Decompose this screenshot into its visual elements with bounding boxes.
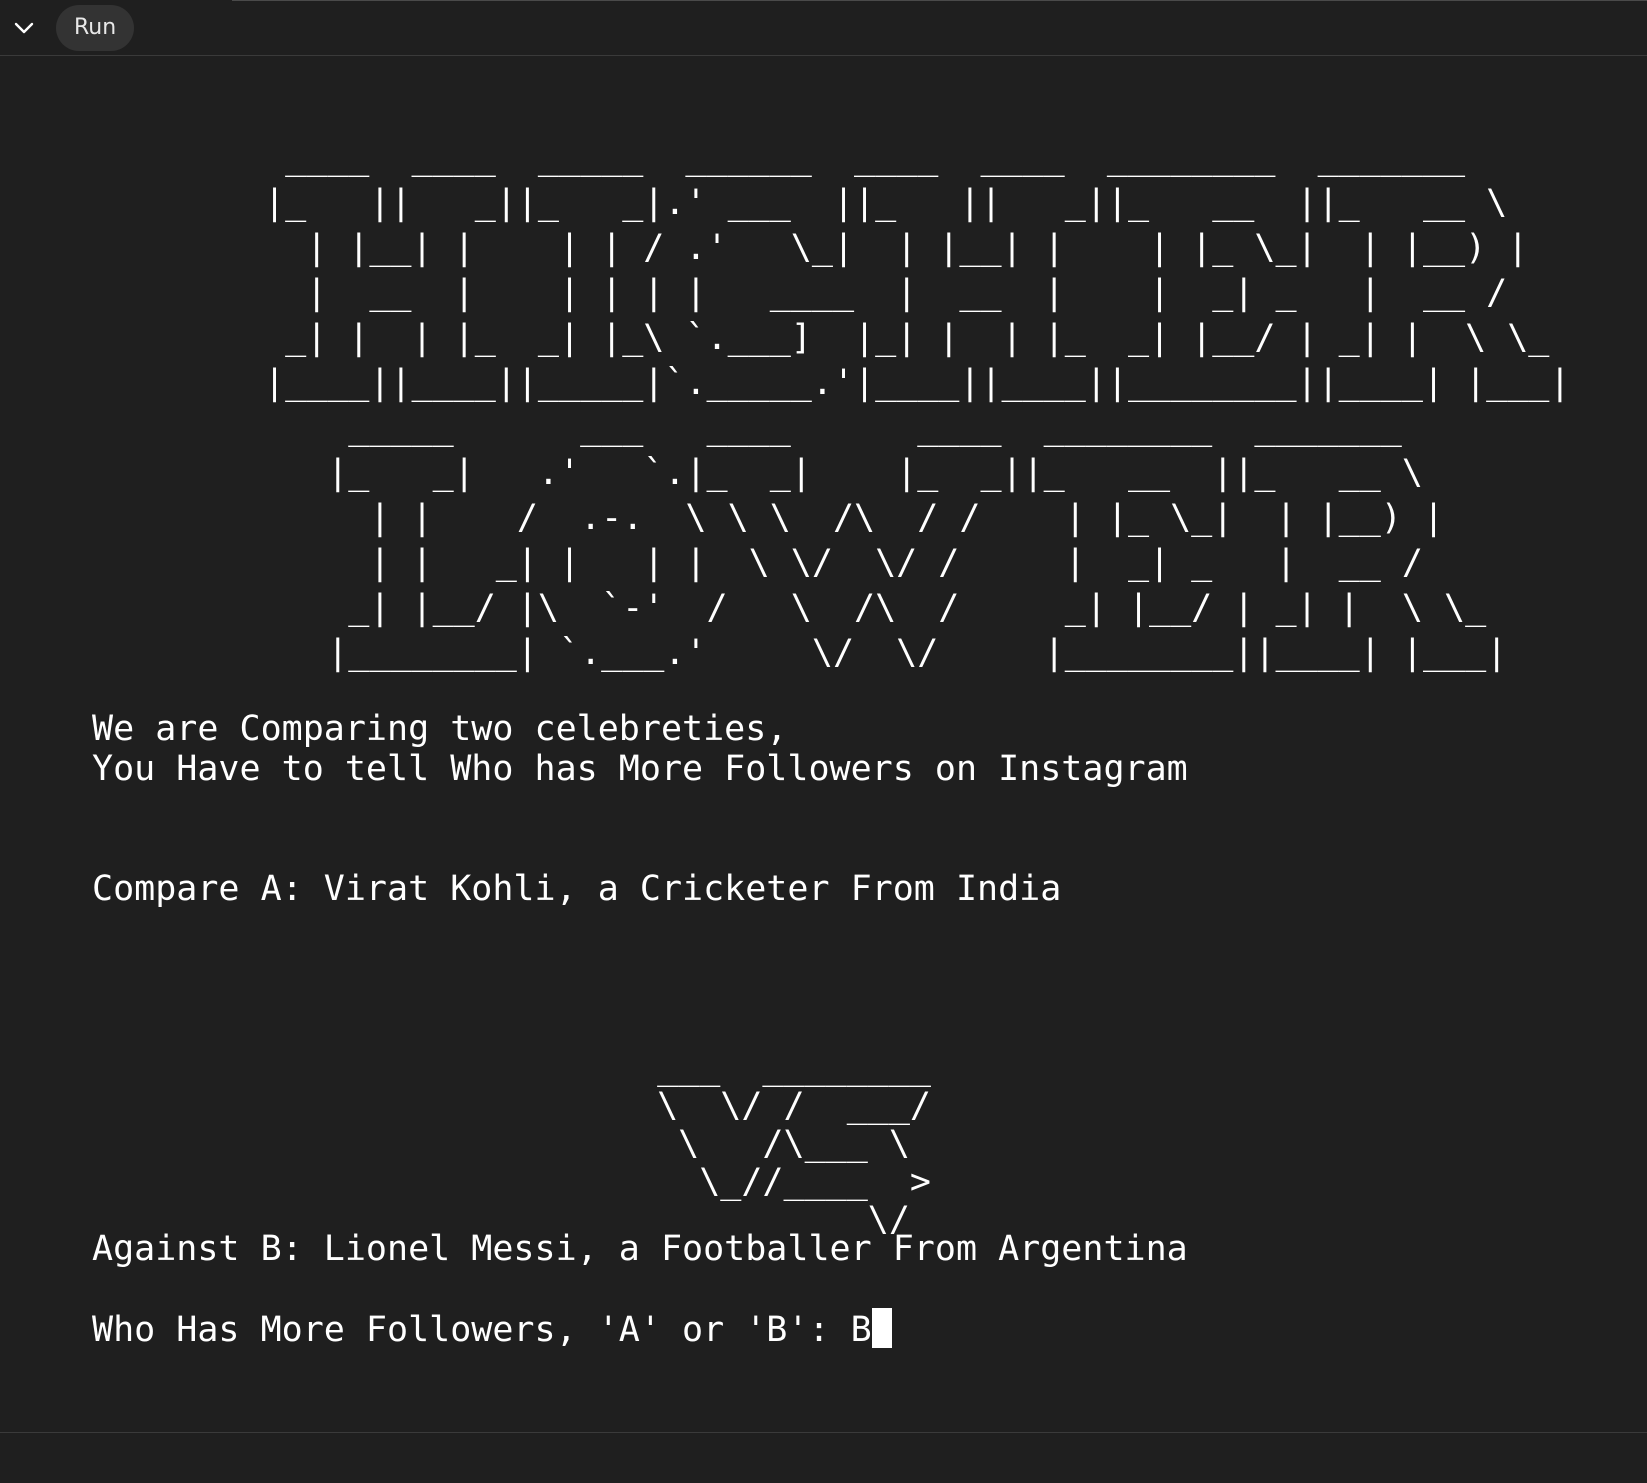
input-prompt-line[interactable]: Who Has More Followers, 'A' or 'B': B [92,1308,892,1351]
console-output[interactable]: ____ ____ _____ ______ ____ ____ _______… [0,56,1647,1432]
run-button[interactable]: Run [56,5,135,51]
intro-line-1: We are Comparing two celebreties, [92,709,788,749]
against-b-line: Against B: Lionel Messi, a Footballer Fr… [92,1229,1188,1269]
input-value[interactable]: B [851,1310,872,1350]
compare-a-line: Compare A: Virat Kohli, a Cricketer From… [92,869,1062,909]
console-footer [0,1433,1647,1483]
input-prompt-label: Who Has More Followers, 'A' or 'B': [92,1310,851,1350]
collapse-button[interactable] [10,12,38,44]
intro-line-2: You Have to tell Who has More Followers … [92,749,1188,789]
toolbar-divider [232,0,1647,1]
output-toolbar: Run [0,0,1647,56]
text-cursor [871,1308,892,1348]
ascii-art-title: ____ ____ _____ ______ ____ ____ _______… [264,138,1571,673]
chevron-down-icon [14,22,34,34]
ascii-art-vs: ___ ________ \ \/ / ___/ \ /\___ \ \_//_… [657,1048,932,1240]
